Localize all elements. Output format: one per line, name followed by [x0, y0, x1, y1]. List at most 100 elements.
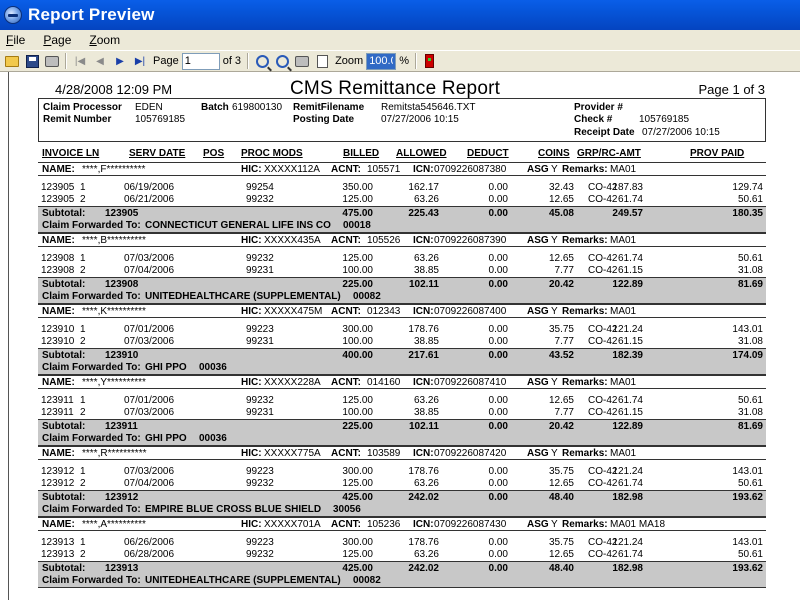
forwarded-payer: UNITEDHEALTHCARE (SUPPLEMENTAL) — [145, 291, 341, 302]
subtotal-paid: 81.69 — [737, 421, 763, 432]
prev-page-button[interactable]: ◀ — [92, 53, 108, 69]
paid-amount: 50.61 — [737, 478, 763, 489]
zoom-in-button[interactable] — [254, 53, 270, 69]
name-label: NAME: — [42, 164, 75, 175]
claims-table: NAME: ****,F********** HIC: XXXXX112A ACNT: 1… — [38, 162, 766, 588]
remarks-value: MA01 — [610, 377, 637, 388]
deduct-amount: 0.00 — [488, 466, 508, 477]
reason-code: CO-42 — [588, 265, 618, 276]
asg-value: Y — [551, 235, 558, 246]
subtotal-label: Subtotal: — [42, 350, 86, 361]
reason-code: CO-42 — [588, 407, 618, 418]
service-date: 07/01/2006 — [124, 395, 175, 406]
claim-forwarded-row: Claim Forwarded To: CONNECTICUT GENERAL L… — [38, 219, 766, 233]
print-button[interactable] — [44, 53, 60, 69]
deduct-amount: 0.00 — [488, 395, 508, 406]
name-label: NAME: — [42, 519, 75, 530]
name-label: NAME: — [42, 448, 75, 459]
remarks-label: Remarks: — [562, 377, 608, 388]
asg-label: ASG — [527, 164, 549, 175]
forwarded-label: Claim Forwarded To: — [42, 362, 141, 373]
subtotal-group: 122.89 — [612, 279, 643, 290]
paid-amount: 31.08 — [737, 336, 763, 347]
acnt-label: ACNT: — [331, 164, 361, 175]
invoice-number: 123908 — [41, 253, 75, 264]
group-amount: 61.74 — [617, 194, 643, 205]
forwarded-label: Claim Forwarded To: — [42, 575, 141, 586]
coins-amount: 12.65 — [548, 478, 574, 489]
subtotal-paid: 193.62 — [732, 563, 763, 574]
acnt-value: 012343 — [367, 306, 401, 317]
subtotal-label: Subtotal: — [42, 563, 86, 574]
col-allowed: ALLOWED — [396, 148, 447, 159]
page-input[interactable] — [181, 52, 220, 70]
billed-amount: 100.00 — [342, 265, 373, 276]
subtotal-row: Subtotal: 123905 475.00 225.43 0.00 45.08 249.… — [38, 206, 766, 219]
open-button[interactable] — [4, 53, 20, 69]
report-viewport: 4/28/2008 12:09 PM CMS Remittance Report… — [0, 72, 800, 600]
icn-value: 0709226087430 — [434, 519, 507, 530]
claim-line-row: 123912 2 07/04/2006 99232 125.00 63.26 0.00 12.… — [38, 478, 766, 490]
claim-name-row: NAME: ****,F********** HIC: XXXXX112A ACNT: 1… — [38, 162, 766, 176]
column-headers: INVOICE LN SERV DATE POS PROC MODS BILLE… — [38, 148, 766, 162]
paid-amount: 50.61 — [737, 395, 763, 406]
forwarded-payer: GHI PPO — [145, 362, 187, 373]
allowed-amount: 63.26 — [413, 478, 439, 489]
line-number: 2 — [80, 407, 86, 418]
menu-zoom[interactable]: Zoom — [87, 32, 122, 48]
name-label: NAME: — [42, 377, 75, 388]
remit-number-label: Remit Number — [43, 114, 112, 125]
line-number: 2 — [80, 336, 86, 347]
zoom-out-button[interactable] — [274, 53, 290, 69]
subtotal-invoice: 123912 — [105, 492, 139, 503]
remarks-label: Remarks: — [562, 235, 608, 246]
next-page-button[interactable]: ▶ — [112, 53, 128, 69]
subtotal-deduct: 0.00 — [488, 563, 508, 574]
page-label: Page — [153, 55, 179, 67]
zoom-input[interactable] — [366, 52, 397, 70]
acnt-label: ACNT: — [331, 448, 361, 459]
save-button[interactable] — [24, 53, 40, 69]
remarks-value: MA01 — [610, 448, 637, 459]
subtotal-paid: 193.62 — [732, 492, 763, 503]
asg-value: Y — [551, 377, 558, 388]
last-page-button[interactable]: ▶| — [132, 53, 148, 69]
deduct-amount: 0.00 — [488, 537, 508, 548]
claim-name-row: NAME: ****,K********** HIC: XXXXX475M ACNT: 0… — [38, 304, 766, 318]
menu-page[interactable]: Page — [41, 32, 73, 48]
invoice-number: 123905 — [41, 182, 75, 193]
hic-label: HIC: — [241, 235, 262, 246]
page-view-button[interactable] — [314, 53, 330, 69]
menu-file[interactable]: File — [4, 32, 27, 48]
reason-code: CO-42 — [588, 395, 618, 406]
page-setup-button[interactable] — [294, 53, 310, 69]
service-date: 06/19/2006 — [124, 182, 175, 193]
subtotal-allowed: 102.11 — [408, 421, 439, 432]
group-amount: 61.15 — [617, 336, 643, 347]
exit-button[interactable] — [422, 53, 438, 69]
first-page-button[interactable]: |◀ — [72, 53, 88, 69]
line-number: 1 — [80, 182, 86, 193]
col-coins: COINS — [538, 148, 570, 159]
toolbar-separator — [65, 53, 67, 69]
line-number: 1 — [80, 253, 86, 264]
coins-amount: 12.65 — [548, 395, 574, 406]
batch-value: 619800130 — [232, 102, 283, 113]
col-invoice-ln: INVOICE LN — [42, 148, 100, 159]
hic-value: XXXXX435A — [264, 235, 321, 246]
col-prov-paid: PROV PAID — [690, 148, 745, 159]
icn-label: ICN: — [413, 306, 434, 317]
service-date: 07/04/2006 — [124, 265, 175, 276]
deduct-amount: 0.00 — [488, 407, 508, 418]
service-date: 07/03/2006 — [124, 466, 175, 477]
group-amount: 61.15 — [617, 265, 643, 276]
allowed-amount: 38.85 — [413, 407, 439, 418]
hic-value: XXXXX112A — [264, 164, 320, 175]
billed-amount: 300.00 — [342, 324, 373, 335]
paid-amount: 50.61 — [737, 549, 763, 560]
line-number: 1 — [80, 537, 86, 548]
forwarded-payer: UNITEDHEALTHCARE (SUPPLEMENTAL) — [145, 575, 341, 586]
line-number: 2 — [80, 549, 86, 560]
forwarded-code: 00036 — [199, 362, 227, 373]
name-label: NAME: — [42, 235, 75, 246]
